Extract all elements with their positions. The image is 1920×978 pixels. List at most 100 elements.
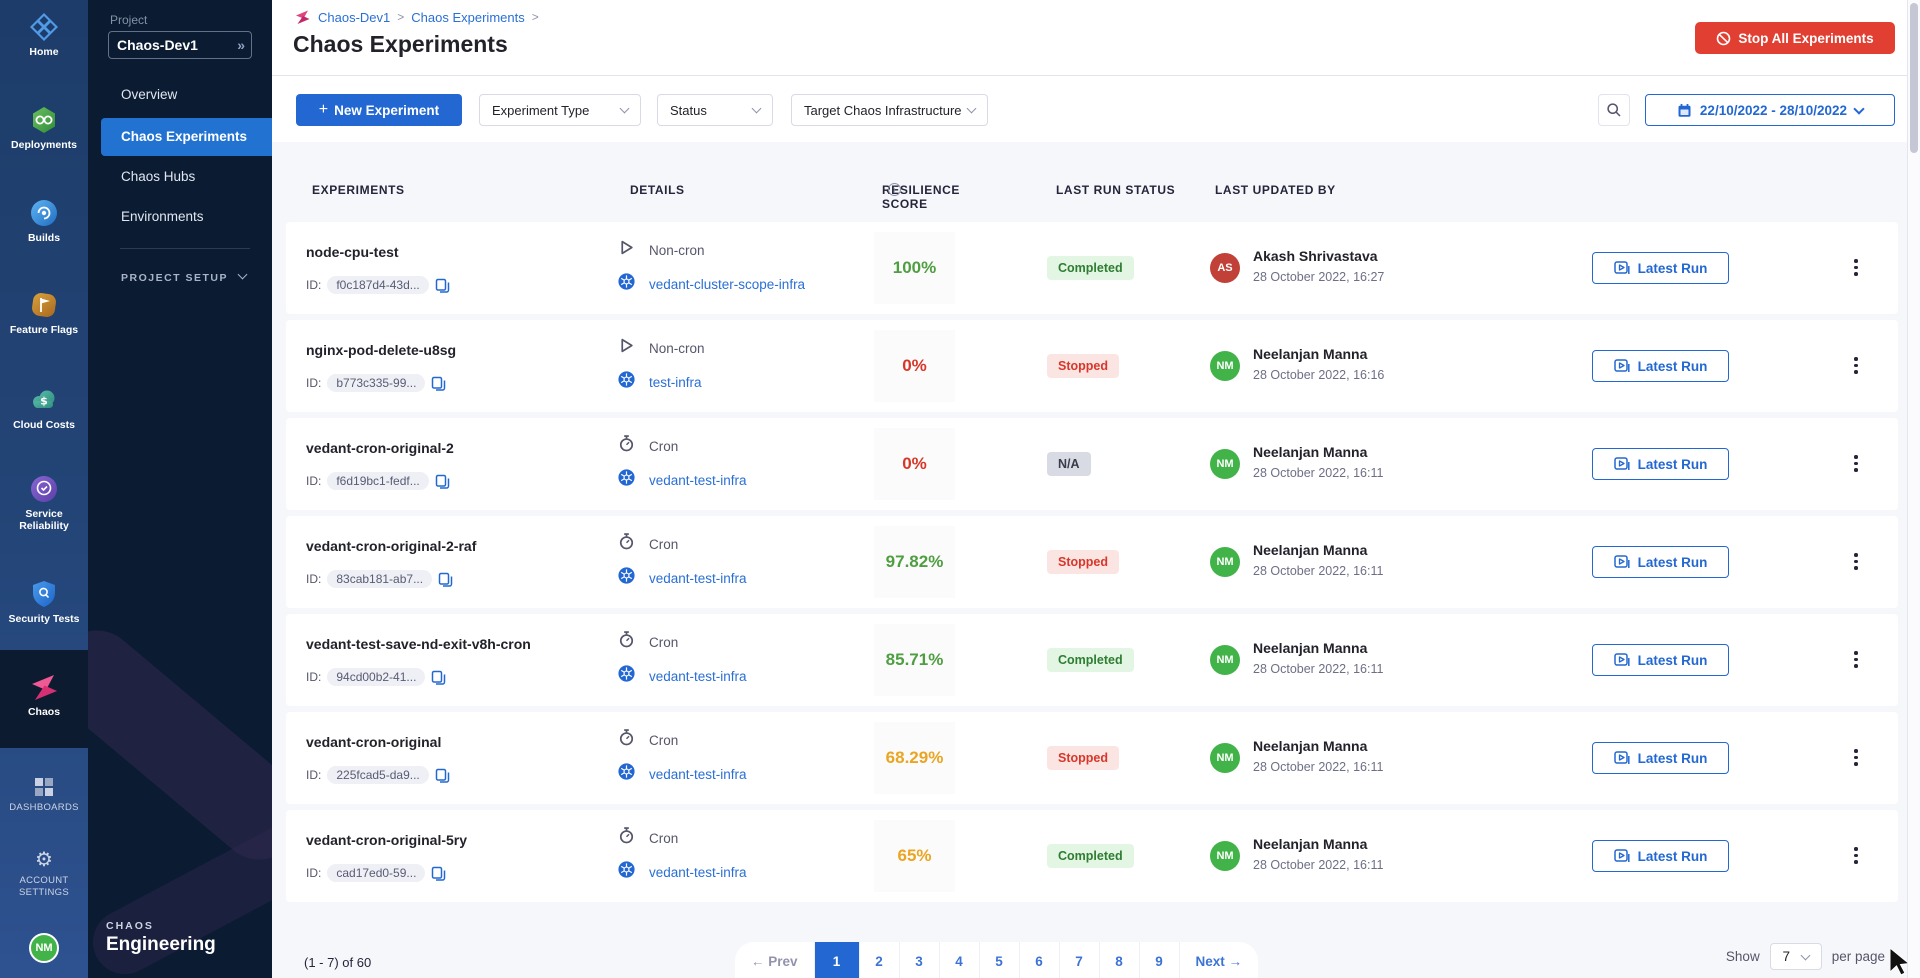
rail-item-deployments[interactable]: Deployments	[0, 105, 88, 151]
sidebar-item-chaos-experiments[interactable]: Chaos Experiments	[101, 118, 272, 156]
project-setup-toggle[interactable]: PROJECT SETUP	[121, 272, 228, 284]
experiment-name[interactable]: node-cpu-test	[306, 244, 399, 260]
infrastructure-link[interactable]: vedant-test-infra	[649, 571, 747, 586]
latest-run-button[interactable]: Latest Run	[1592, 742, 1729, 774]
copy-icon[interactable]	[435, 278, 450, 293]
scrollbar-thumb[interactable]	[1910, 3, 1918, 153]
rail-item-chaos[interactable]: Chaos	[0, 672, 88, 718]
new-experiment-button[interactable]: + New Experiment	[296, 94, 462, 126]
kebab-menu-icon[interactable]	[1846, 746, 1866, 770]
project-selector[interactable]: Chaos-Dev1 »	[108, 31, 252, 59]
breadcrumb-link-project[interactable]: Chaos-Dev1	[318, 10, 390, 25]
rail-item-service-reliability[interactable]: Service Reliability	[0, 474, 88, 532]
page-button-8[interactable]: 8	[1099, 942, 1139, 978]
prev-page-button[interactable]: ← Prev	[735, 942, 814, 978]
experiment-name[interactable]: vedant-test-save-nd-exit-v8h-cron	[306, 636, 531, 652]
user-avatar[interactable]: NM	[1210, 449, 1240, 479]
user-avatar[interactable]: NM	[1210, 743, 1240, 773]
rail-item-account-settings[interactable]: ⚙ ACCOUNT SETTINGS	[0, 845, 88, 899]
table-body: node-cpu-test ID: f0c187d4-43d... Non-cr…	[286, 222, 1898, 908]
date-range-picker[interactable]: 22/10/2022 - 28/10/2022	[1645, 94, 1895, 126]
infrastructure-link[interactable]: vedant-cluster-scope-infra	[649, 277, 805, 292]
rail-item-cloud-costs[interactable]: $ Cloud Costs	[0, 385, 88, 431]
kubernetes-icon	[618, 665, 635, 687]
experiment-name[interactable]: vedant-cron-original	[306, 734, 441, 750]
page-button-2[interactable]: 2	[859, 942, 899, 978]
experiment-row: vedant-test-save-nd-exit-v8h-cron ID: 94…	[286, 614, 1898, 706]
search-button[interactable]	[1598, 94, 1630, 126]
rail-item-security-tests[interactable]: Security Tests	[0, 579, 88, 625]
chevron-down-icon	[1800, 950, 1810, 960]
page-scrollbar[interactable]	[1907, 0, 1920, 978]
latest-run-button[interactable]: Latest Run	[1592, 252, 1729, 284]
infrastructure-link[interactable]: vedant-test-infra	[649, 669, 747, 684]
latest-run-button[interactable]: Latest Run	[1592, 644, 1729, 676]
experiment-id-pill: 225fcad5-da9...	[327, 766, 428, 784]
kebab-menu-icon[interactable]	[1846, 648, 1866, 672]
rail-label-home: Home	[0, 46, 88, 58]
copy-icon[interactable]	[431, 376, 446, 391]
experiment-id-pill: b773c335-99...	[327, 374, 425, 392]
breadcrumb-link-experiments[interactable]: Chaos Experiments	[411, 10, 524, 25]
copy-icon[interactable]	[435, 768, 450, 783]
chaos-logo-icon	[295, 9, 311, 25]
experiment-name[interactable]: vedant-cron-original-2-raf	[306, 538, 476, 554]
filter-status[interactable]: Status	[657, 94, 773, 126]
page-button-1[interactable]: 1	[814, 942, 859, 978]
latest-run-button[interactable]: Latest Run	[1592, 840, 1729, 872]
latest-run-button[interactable]: Latest Run	[1592, 546, 1729, 578]
experiment-name[interactable]: vedant-cron-original-2	[306, 440, 454, 456]
experiment-type: Cron	[649, 537, 678, 552]
user-avatar[interactable]: NM	[1210, 645, 1240, 675]
stop-all-experiments-button[interactable]: Stop All Experiments	[1695, 22, 1895, 54]
infrastructure-link[interactable]: vedant-test-infra	[649, 865, 747, 880]
info-icon[interactable]: i	[888, 183, 901, 196]
page-button-9[interactable]: 9	[1139, 942, 1179, 978]
user-avatar[interactable]: NM	[1210, 841, 1240, 871]
sidebar-item-environments[interactable]: Environments	[88, 198, 272, 236]
copy-icon[interactable]	[431, 866, 446, 881]
gear-icon: ⚙	[29, 845, 59, 871]
rail-item-feature-flags[interactable]: Feature Flags	[0, 290, 88, 336]
next-page-button[interactable]: Next →	[1179, 942, 1259, 978]
kebab-menu-icon[interactable]	[1846, 354, 1866, 378]
page-button-6[interactable]: 6	[1019, 942, 1059, 978]
user-avatar[interactable]: NM	[1210, 351, 1240, 381]
rail-item-home[interactable]: Home	[0, 12, 88, 58]
sidebar-item-chaos-hubs[interactable]: Chaos Hubs	[88, 158, 272, 196]
kebab-menu-icon[interactable]	[1846, 550, 1866, 574]
infrastructure-link[interactable]: test-infra	[649, 375, 702, 390]
user-avatar-rail[interactable]: NM	[29, 933, 59, 963]
rail-item-builds[interactable]: Builds	[0, 198, 88, 244]
copy-icon[interactable]	[438, 572, 453, 587]
page-button-7[interactable]: 7	[1059, 942, 1099, 978]
page-button-3[interactable]: 3	[899, 942, 939, 978]
rail-label-security-tests: Security Tests	[0, 613, 88, 625]
latest-run-button[interactable]: Latest Run	[1592, 350, 1729, 382]
resilience-score-box: 65%	[874, 820, 955, 892]
rail-item-dashboards[interactable]: DASHBOARDS	[0, 776, 88, 814]
page-button-4[interactable]: 4	[939, 942, 979, 978]
experiment-name[interactable]: nginx-pod-delete-u8sg	[306, 342, 456, 358]
user-avatar[interactable]: NM	[1210, 547, 1240, 577]
run-icon	[1614, 849, 1630, 864]
copy-icon[interactable]	[431, 670, 446, 685]
infrastructure-link[interactable]: vedant-test-infra	[649, 473, 747, 488]
infrastructure-link[interactable]: vedant-test-infra	[649, 767, 747, 782]
per-page-select[interactable]: 7	[1770, 943, 1822, 970]
kebab-menu-icon[interactable]	[1846, 844, 1866, 868]
copy-icon[interactable]	[435, 474, 450, 489]
sidebar-item-overview[interactable]: Overview	[88, 76, 272, 114]
experiment-name[interactable]: vedant-cron-original-5ry	[306, 832, 467, 848]
kebab-menu-icon[interactable]	[1846, 256, 1866, 280]
filter-target-infrastructure[interactable]: Target Chaos Infrastructure	[791, 94, 988, 126]
filter-experiment-type[interactable]: Experiment Type	[479, 94, 641, 126]
resilience-score-value: 85.71%	[886, 650, 944, 670]
latest-run-button[interactable]: Latest Run	[1592, 448, 1729, 480]
user-avatar[interactable]: AS	[1210, 253, 1240, 283]
page-button-5[interactable]: 5	[979, 942, 1019, 978]
infrastructure-line: vedant-test-infra	[618, 861, 747, 883]
kebab-menu-icon[interactable]	[1846, 452, 1866, 476]
kubernetes-icon	[618, 469, 635, 491]
svg-text:$: $	[40, 395, 48, 408]
